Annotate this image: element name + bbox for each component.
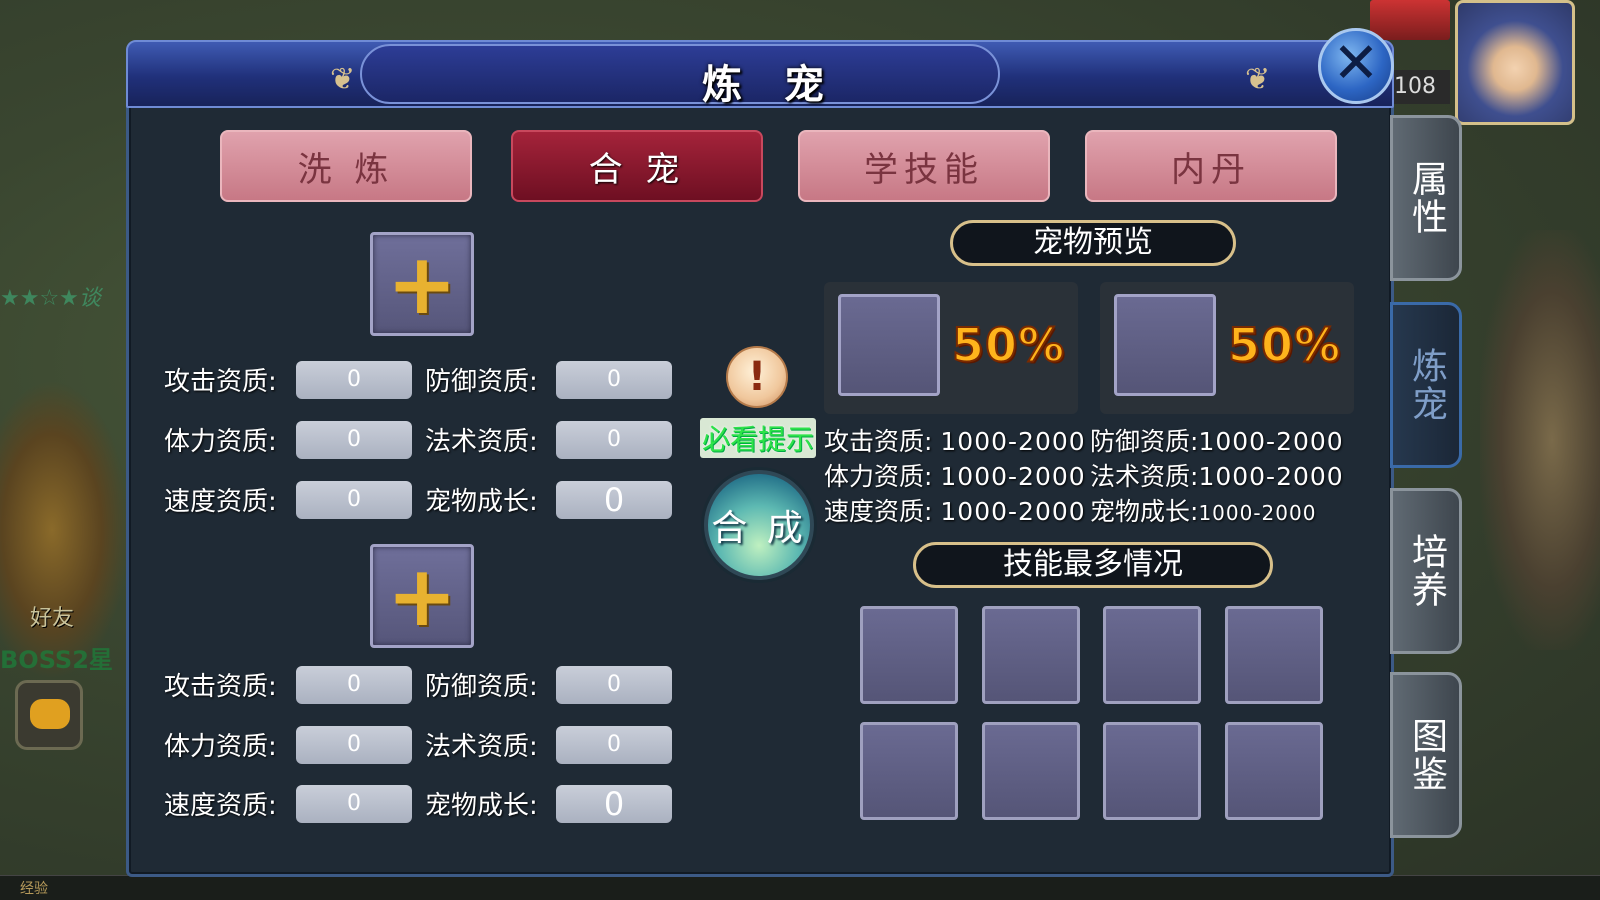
preview-defense-line: 防御资质:1000-2000 (1090, 422, 1344, 458)
player-avatar[interactable] (1455, 0, 1575, 125)
preview-magic-label: 法术资质: (1090, 462, 1199, 491)
side-tab-handbook[interactable]: 图鉴 (1390, 672, 1462, 838)
pet2-speed-value: 0 (296, 785, 412, 823)
pet1-growth-label: 宠物成长: (425, 487, 538, 517)
pet2-growth-value: 0 (556, 785, 672, 823)
boss-text: BOSS2星 (0, 646, 113, 674)
chat-button[interactable] (15, 680, 83, 750)
tab-refine[interactable]: 洗 炼 (220, 130, 472, 202)
pet1-stamina-label: 体力资质: (164, 427, 277, 457)
friend-label[interactable]: 好友 (30, 600, 74, 632)
side-tab-cultivate[interactable]: 培养 (1390, 488, 1462, 654)
preview-stamina-label: 体力资质: (824, 462, 933, 491)
close-button[interactable]: ✕ (1318, 28, 1394, 104)
side-tab-attributes[interactable]: 属性 (1390, 115, 1462, 281)
background-rating-text: ★★☆★谈 (0, 286, 101, 311)
flourish-right-icon: ❦ (1245, 62, 1271, 97)
pet1-magic-label: 法术资质: (425, 427, 538, 457)
pet2-attack-label: 攻击资质: (164, 672, 277, 702)
chat-bubble-icon (30, 699, 70, 729)
background-character-left (0, 380, 130, 680)
side-tab-refine-pet[interactable]: 炼宠 (1390, 302, 1462, 468)
exp-label: 经验 (20, 881, 48, 897)
skill-slot[interactable] (982, 722, 1080, 820)
preview-stamina-line: 体力资质: 1000-2000 (824, 457, 1086, 493)
preview-attack-value: 1000-2000 (940, 427, 1086, 456)
pet2-defense-label: 防御资质: (425, 672, 538, 702)
plus-icon: + (386, 235, 458, 333)
skill-slot[interactable] (1103, 606, 1201, 704)
tab-merge-pet[interactable]: 合 宠 (511, 130, 763, 202)
skill-slot[interactable] (1225, 606, 1323, 704)
pet2-attack-value: 0 (296, 666, 412, 704)
pet1-magic-value: 0 (556, 421, 672, 459)
preview-card-right: 50% (1100, 282, 1354, 414)
preview-magic-value: 1000-2000 (1198, 462, 1344, 491)
skill-slot[interactable] (1225, 722, 1323, 820)
background-character-right (1480, 230, 1600, 650)
preview-growth-label: 宠物成长: (1090, 497, 1199, 526)
exp-bar (0, 875, 1600, 900)
preview-speed-value: 1000-2000 (940, 497, 1086, 526)
pet2-defense-value: 0 (556, 666, 672, 704)
pet1-add-slot[interactable]: + (370, 232, 474, 336)
pet2-speed-label: 速度资质: (164, 791, 277, 821)
pet2-growth-label: 宠物成长: (425, 791, 538, 821)
pet1-attack-value: 0 (296, 361, 412, 399)
health-bar (1370, 0, 1450, 40)
pet2-add-slot[interactable]: + (370, 544, 474, 648)
preview-speed-line: 速度资质: 1000-2000 (824, 492, 1086, 528)
preview-percent-left: 50% (951, 317, 1066, 373)
exclamation-icon[interactable]: ! (726, 346, 788, 408)
must-see-tips-link[interactable]: 必看提示 (700, 418, 817, 458)
preview-magic-line: 法术资质:1000-2000 (1090, 457, 1344, 493)
skill-slot[interactable] (982, 606, 1080, 704)
skill-slot[interactable] (1103, 722, 1201, 820)
preview-card-left: 50% (824, 282, 1078, 414)
pet2-stamina-value: 0 (296, 726, 412, 764)
dialog-title: 炼 宠 (702, 62, 838, 108)
pet1-speed-label: 速度资质: (164, 487, 277, 517)
preview-growth-line: 宠物成长:1000-2000 (1090, 492, 1316, 528)
close-icon: ✕ (1332, 31, 1380, 96)
pet1-speed-value: 0 (296, 481, 412, 519)
pet1-attack-label: 攻击资质: (164, 367, 277, 397)
tab-inner-pill[interactable]: 内丹 (1085, 130, 1337, 202)
pet1-defense-label: 防御资质: (425, 367, 538, 397)
pet1-growth-value: 0 (556, 481, 672, 519)
pet2-magic-label: 法术资质: (425, 732, 538, 762)
skill-slot[interactable] (860, 606, 958, 704)
preview-attack-label: 攻击资质: (824, 427, 933, 456)
preview-percent-right: 50% (1227, 317, 1342, 373)
skill-slot[interactable] (860, 722, 958, 820)
preview-defense-value: 1000-2000 (1198, 427, 1344, 456)
skills-max-title: 技能最多情况 (913, 542, 1273, 588)
preview-stamina-value: 1000-2000 (940, 462, 1086, 491)
preview-pet-slot-left[interactable] (838, 294, 940, 396)
preview-attack-line: 攻击资质: 1000-2000 (824, 422, 1086, 458)
pet-preview-title: 宠物预览 (950, 220, 1236, 266)
preview-speed-label: 速度资质: (824, 497, 933, 526)
plus-icon: + (386, 547, 458, 645)
tab-learn-skill[interactable]: 学技能 (798, 130, 1050, 202)
preview-defense-label: 防御资质: (1090, 427, 1199, 456)
pet2-magic-value: 0 (556, 726, 672, 764)
pet1-defense-value: 0 (556, 361, 672, 399)
compose-button[interactable]: 合 成 (704, 470, 814, 580)
preview-growth-value: 1000-2000 (1198, 501, 1317, 525)
pet1-stamina-value: 0 (296, 421, 412, 459)
preview-pet-slot-right[interactable] (1114, 294, 1216, 396)
pet2-stamina-label: 体力资质: (164, 732, 277, 762)
flourish-left-icon: ❦ (330, 62, 356, 97)
